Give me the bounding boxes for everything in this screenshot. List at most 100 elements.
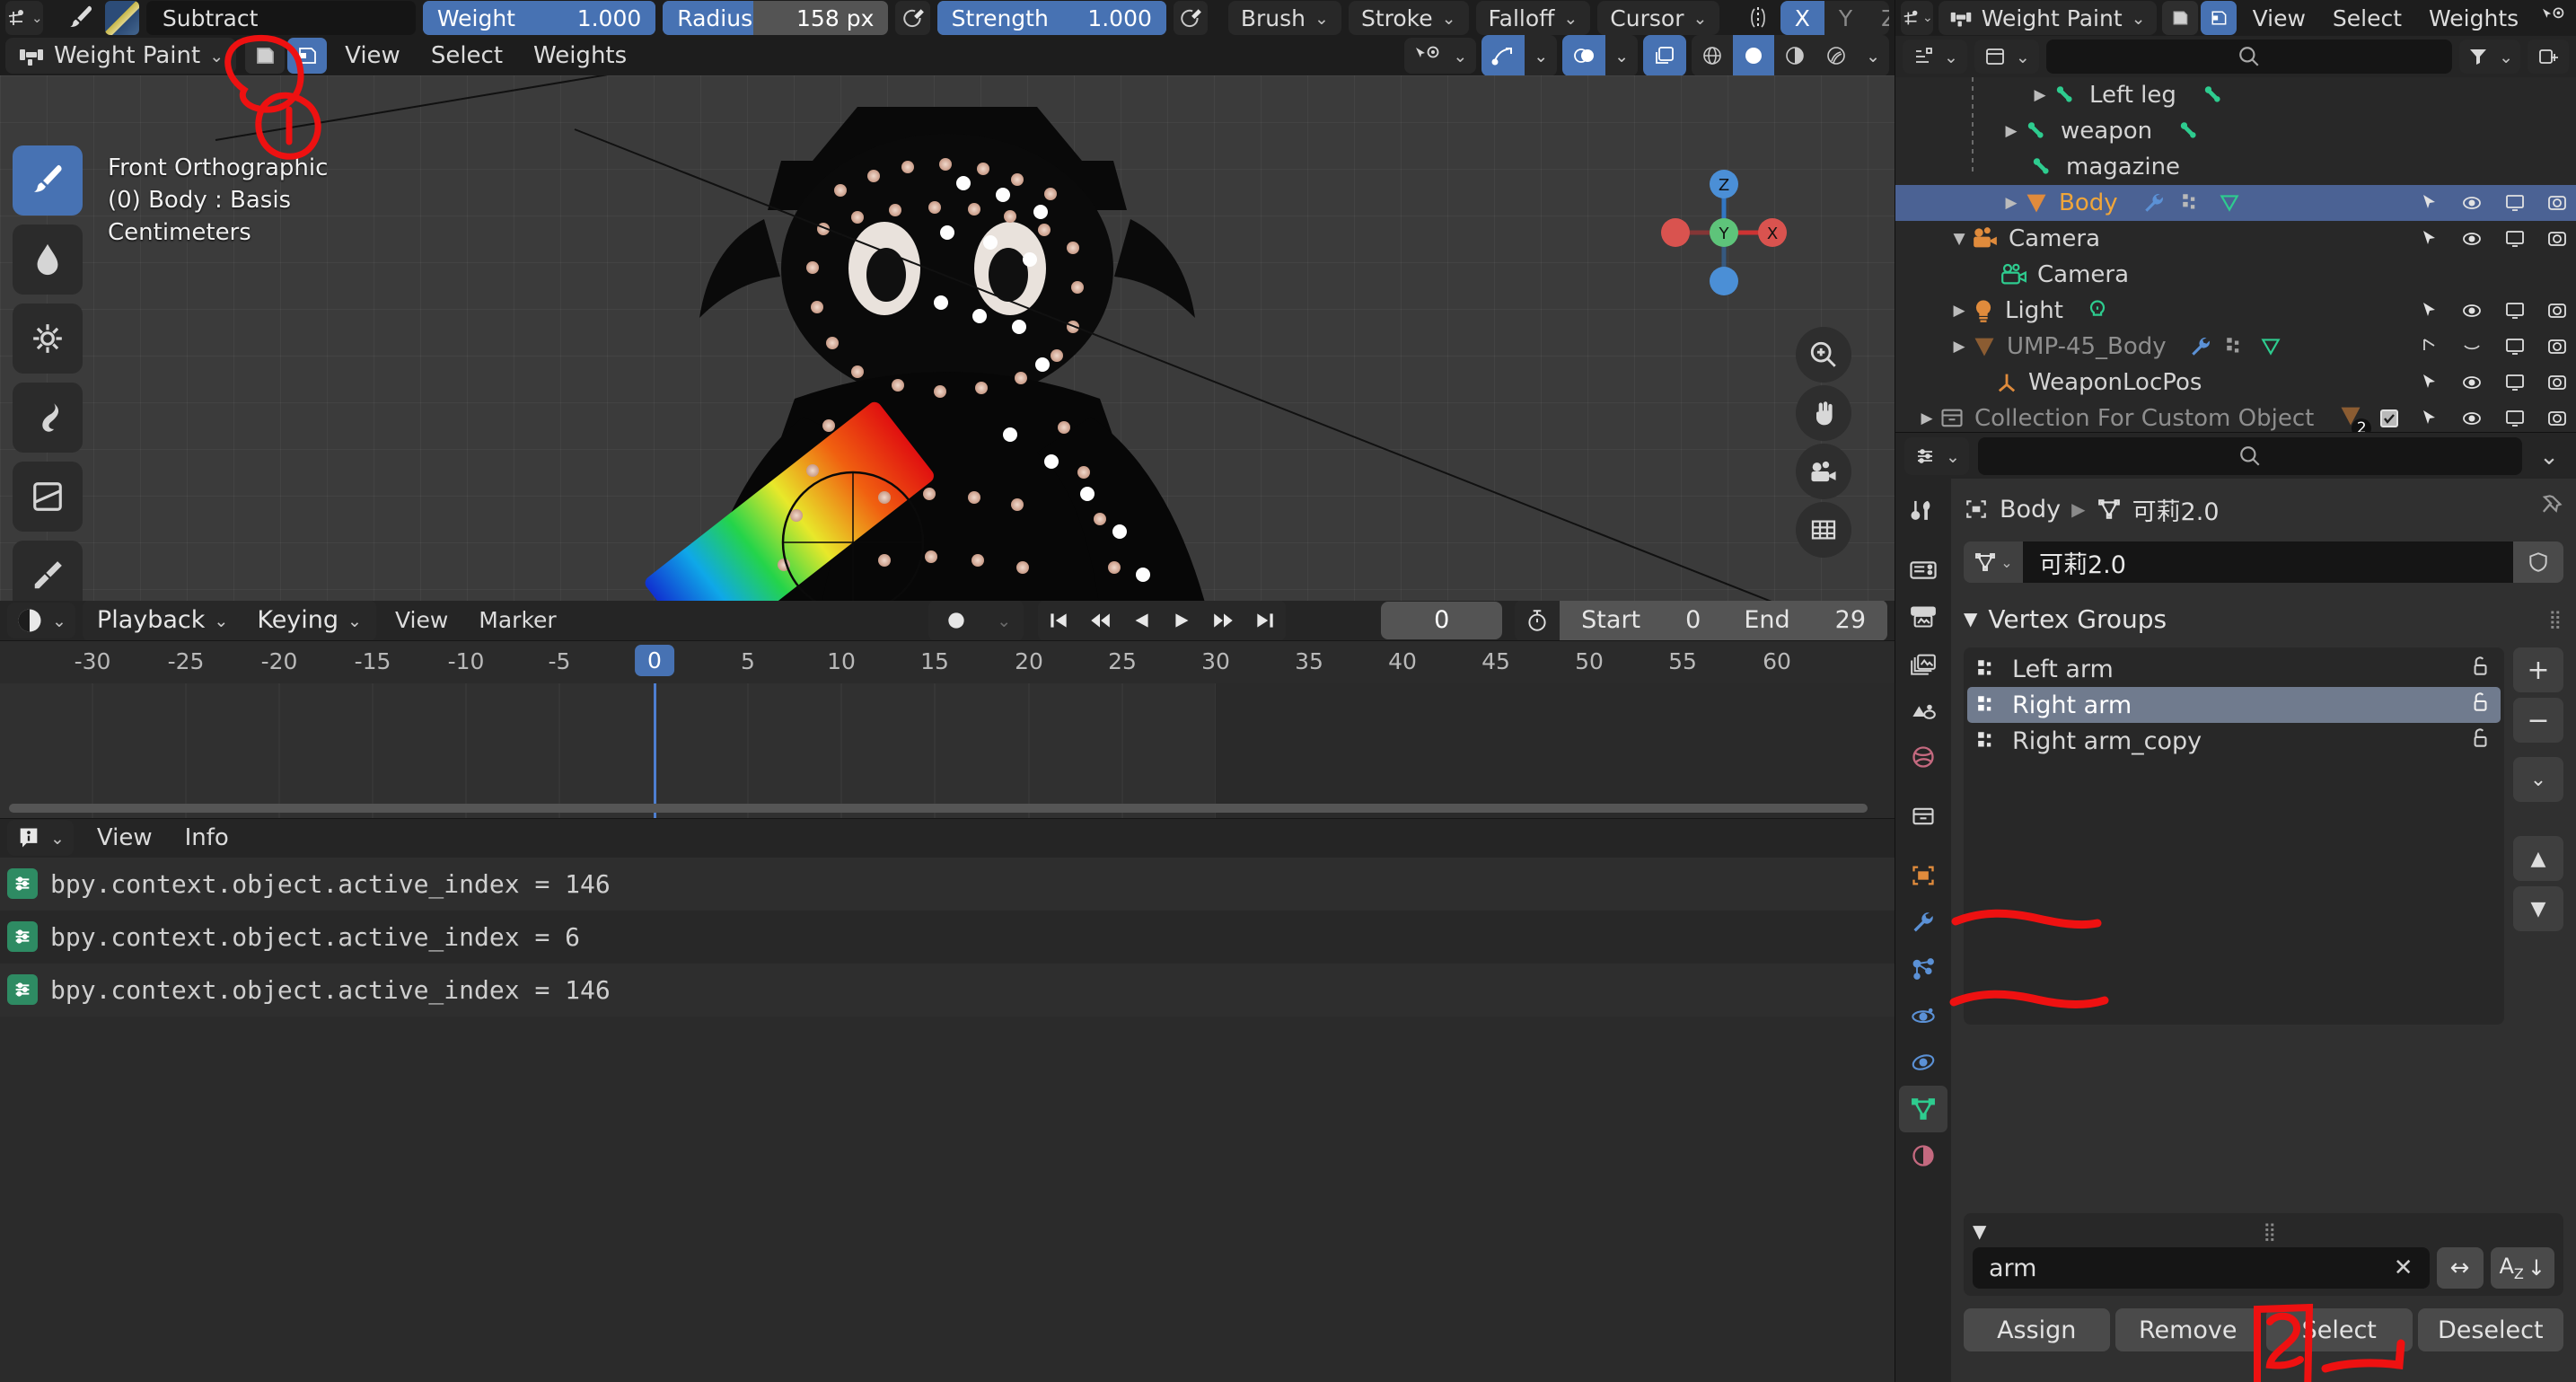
prev-keyframe-button[interactable] [1079,600,1121,641]
filter-grip-icon[interactable]: ⣿ [2263,1220,2278,1242]
render-tab[interactable] [1899,547,1947,594]
remove-button[interactable]: Remove [2115,1308,2262,1351]
screen-icon[interactable] [2502,192,2528,214]
editor-type-icon[interactable]: ⌄ [5,1,43,35]
expand-arrow-icon[interactable]: ▶ [1947,338,1971,356]
screen-icon[interactable] [2502,336,2528,357]
outliner-row-camera-object[interactable]: ▼ Camera [1895,221,2576,257]
log-row[interactable]: bpy.context.object.active_index = 146 [0,964,1895,1017]
xray-toggle[interactable] [1643,35,1686,76]
vertex-group-specials-button[interactable]: ⌄ [2513,757,2563,802]
object-data-name-input[interactable]: 可莉2.0 [2023,541,2513,583]
selectability-eye-icon[interactable] [2540,6,2571,30]
new-collection-icon[interactable] [2528,40,2569,74]
play-button[interactable] [1162,600,1203,641]
gizmo-toggle-group[interactable]: ⌄ [1481,35,1557,76]
jump-end-button[interactable] [1244,600,1286,641]
symmetry-axis-y[interactable]: Y [1824,1,1867,35]
pin-icon[interactable] [2538,494,2563,525]
brush-icon[interactable] [65,1,98,35]
lock-icon[interactable] [2468,691,2492,720]
filter-icon[interactable]: ⌄ [2459,40,2520,74]
shading-solid-icon[interactable] [1733,35,1774,76]
outliner-row-body[interactable]: ▶ Body [1895,185,2576,221]
gizmo-dropdown[interactable]: ⌄ [1525,35,1557,76]
physics-tab[interactable] [1899,992,1947,1039]
render-camera-icon[interactable] [2545,408,2569,429]
properties-search-input[interactable] [1978,437,2522,475]
filter-search-input[interactable]: arm ✕ [1973,1247,2430,1289]
object-tab[interactable] [1899,852,1947,899]
modifier-wrench-icon[interactable] [2188,335,2213,358]
selectable-cursor-icon[interactable] [2418,408,2441,429]
overlays-icon[interactable] [1562,35,1605,76]
symmetry-axis-z[interactable]: Z [1867,1,1889,35]
shading-wireframe-icon[interactable] [1692,35,1733,76]
shading-material-icon[interactable] [1774,35,1816,76]
modifier-wrench-icon[interactable] [2141,191,2167,215]
toggle-perspective-icon[interactable] [1796,502,1851,558]
outliner-row-magazine[interactable]: magazine [1895,149,2576,185]
vertex-select-off-icon[interactable] [2162,1,2198,35]
timeline-scrollbar[interactable] [9,804,1868,813]
eye-icon[interactable] [2459,408,2484,429]
visibility-dropdown[interactable]: ⌄ [1404,38,1476,74]
remove-vertex-group-button[interactable]: − [2513,698,2563,743]
output-tab[interactable] [1899,594,1947,640]
vertex-groups-list[interactable]: Left arm Right arm [1964,647,2504,1025]
properties-editor-icon[interactable]: ⌄ [1904,437,1969,475]
outliner-display-mode-icon[interactable]: ⌄ [1974,40,2039,74]
timeline-body[interactable] [0,683,1895,818]
outliner-row-light[interactable]: ▶ Light [1895,293,2576,329]
strength-slider[interactable]: Strength 1.000 [937,1,1166,35]
filter-collapse-arrow-icon[interactable]: ▼ [1973,1220,1986,1242]
symmetry-axis-toggles[interactable]: X Y Z [1780,1,1889,35]
render-camera-icon[interactable] [2545,372,2569,393]
brush-preview-thumbnail[interactable] [105,1,139,35]
info-editor-icon[interactable]: ⌄ [7,820,74,856]
eye-icon[interactable] [2459,228,2484,250]
jump-start-button[interactable] [1038,600,1079,641]
right-menu-weights[interactable]: Weights [2418,1,2529,35]
vertex-group-row[interactable]: Left arm [1967,651,2501,687]
material-tab[interactable] [1899,1132,1947,1179]
mesh-data-browse-icon[interactable]: ⌄ [1964,541,2023,583]
panel-collapse-arrow-icon[interactable]: ▼ [1964,608,1977,629]
expand-arrow-icon[interactable]: ▶ [1947,302,1971,320]
shading-dropdown[interactable]: ⌄ [1857,35,1889,76]
particles-icon[interactable] [2179,191,2204,215]
timeline-menus[interactable]: Playback⌄ Keying⌄ [83,600,376,641]
playback-controls[interactable] [1038,600,1286,641]
use-preview-range-icon[interactable] [1515,600,1560,641]
unselectable-cursor-icon[interactable] [2418,336,2441,357]
mode-selector[interactable]: Weight Paint ⌄ [5,38,236,74]
vertex-groups-panel-header[interactable]: ▼ Vertex Groups ⣿ [1964,594,2563,644]
selectable-cursor-icon[interactable] [2418,300,2441,321]
menu-playback[interactable]: Playback⌄ [83,600,242,641]
shading-mode-group[interactable]: ⌄ [1692,35,1889,76]
viewport-menu-view[interactable]: View [332,38,413,74]
zoom-icon[interactable] [1796,327,1851,383]
playhead[interactable] [654,683,656,818]
vertex-group-row[interactable]: Right arm_copy [1967,723,2501,759]
expand-arrow-icon[interactable]: ▶ [2000,122,2023,140]
log-row[interactable]: bpy.context.object.active_index = 6 [0,911,1895,964]
breadcrumb-data[interactable]: 可莉2.0 [2132,492,2220,527]
eye-closed-icon[interactable] [2459,336,2484,357]
breadcrumb-object[interactable]: Body [2000,496,2061,524]
menu-brush[interactable]: Brush ⌄ [1228,1,1341,35]
selectable-cursor-icon[interactable] [2418,192,2441,214]
timeline-menu-view[interactable]: View [383,603,460,638]
mode-selector[interactable]: Weight Paint ⌄ [1939,1,2157,35]
radius-pressure-icon[interactable] [895,1,929,35]
auto-keying-group[interactable]: ⌄ [928,600,1024,641]
camera-view-icon[interactable] [1796,444,1851,499]
tool-tab[interactable] [1899,488,1947,534]
clear-x-icon[interactable]: ✕ [2394,1254,2413,1281]
viewport-menu-select[interactable]: Select [418,38,515,74]
menu-keying[interactable]: Keying⌄ [242,600,376,641]
vertex-group-row[interactable]: Right arm [1967,687,2501,723]
timeline-editor-icon[interactable]: ⌄ [7,603,75,638]
pan-hand-icon[interactable] [1796,385,1851,441]
viewport-menu-weights[interactable]: Weights [521,38,639,74]
